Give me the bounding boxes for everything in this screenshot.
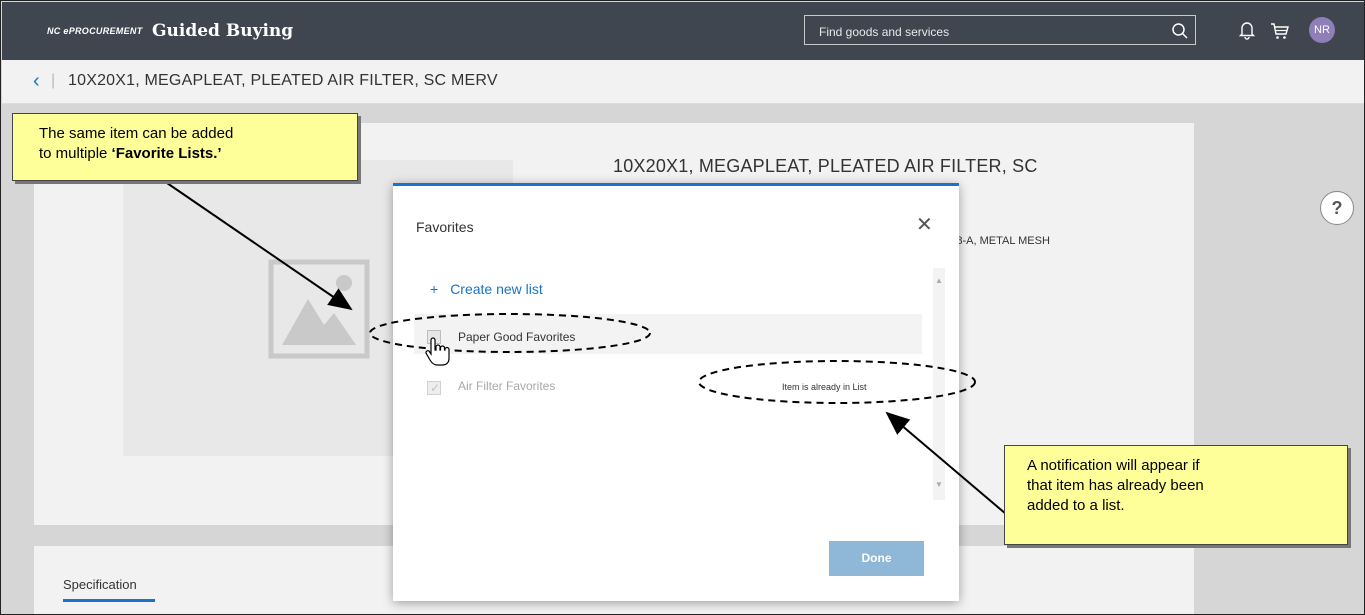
breadcrumb: ‹ | 10X20X1, MEGAPLEAT, PLEATED AIR FILT… [2, 60, 1364, 104]
checkmark-icon: ✓ [430, 381, 441, 395]
cart-icon[interactable] [1270, 21, 1290, 41]
callout-text: The same item can be added [39, 125, 234, 142]
breadcrumb-title: 10X20X1, MEGAPLEAT, PLEATED AIR FILTER, … [68, 72, 498, 89]
list-item-label: Paper Good Favorites [458, 330, 576, 344]
callout-text: A notification will appear if [1027, 457, 1200, 474]
scroll-up-icon[interactable]: ▲ [935, 276, 943, 285]
callout-note: The same item can be added to multiple ‘… [12, 113, 358, 181]
dialog-title: Favorites [416, 219, 474, 235]
avatar[interactable]: NR [1309, 17, 1335, 43]
done-button[interactable]: Done [829, 541, 924, 576]
search-input[interactable] [817, 22, 1151, 42]
scroll-down-icon[interactable]: ▼ [935, 480, 943, 489]
top-bar: NC ePROCUREMENT Guided Buying NR [2, 2, 1364, 60]
list-item-label-disabled: Air Filter Favorites [458, 379, 556, 393]
bell-icon[interactable] [1238, 20, 1256, 40]
breadcrumb-divider: | [51, 72, 56, 89]
callout-text: added to a list. [1027, 497, 1125, 514]
image-placeholder-icon [268, 259, 370, 359]
callout-text-bold: ‘Favorite Lists.’ [111, 145, 222, 162]
search-icon[interactable] [1171, 22, 1189, 40]
brand-logo: NC ePROCUREMENT [47, 26, 143, 36]
plus-icon: + [430, 281, 439, 297]
callout-text-prefix: to multiple [39, 145, 112, 162]
callout-text: that item has already been [1027, 477, 1204, 494]
already-in-list-notice: Item is already in List [782, 382, 867, 392]
list-checkbox[interactable] [427, 330, 441, 344]
product-description: V 8-A, METAL MESH [946, 235, 1050, 247]
active-tab-indicator [63, 599, 155, 602]
list-checkbox-checked: ✓ [427, 381, 441, 395]
callout-text: to multiple ‘Favorite Lists.’ [39, 144, 357, 164]
back-chevron-icon[interactable]: ‹ [33, 71, 47, 91]
app-title[interactable]: Guided Buying [152, 21, 293, 41]
close-icon[interactable]: ✕ [916, 212, 933, 237]
help-button[interactable]: ? [1320, 191, 1354, 225]
search-box[interactable] [804, 15, 1196, 45]
callout-note: A notification will appear if that item … [1004, 445, 1348, 545]
favorites-dialog: Favorites ✕ ▲ ▼ + Create new list Paper G… [393, 183, 959, 601]
product-title: 10X20X1, MEGAPLEAT, PLEATED AIR FILTER, … [613, 156, 1038, 176]
screen-frame: NC ePROCUREMENT Guided Buying NR ‹ | 10X… [0, 0, 1365, 615]
create-new-list-label: Create new list [450, 281, 543, 297]
create-new-list-link[interactable]: + Create new list [430, 281, 543, 297]
list-scrollbar[interactable] [933, 268, 945, 500]
tab-specification[interactable]: Specification [63, 577, 137, 592]
